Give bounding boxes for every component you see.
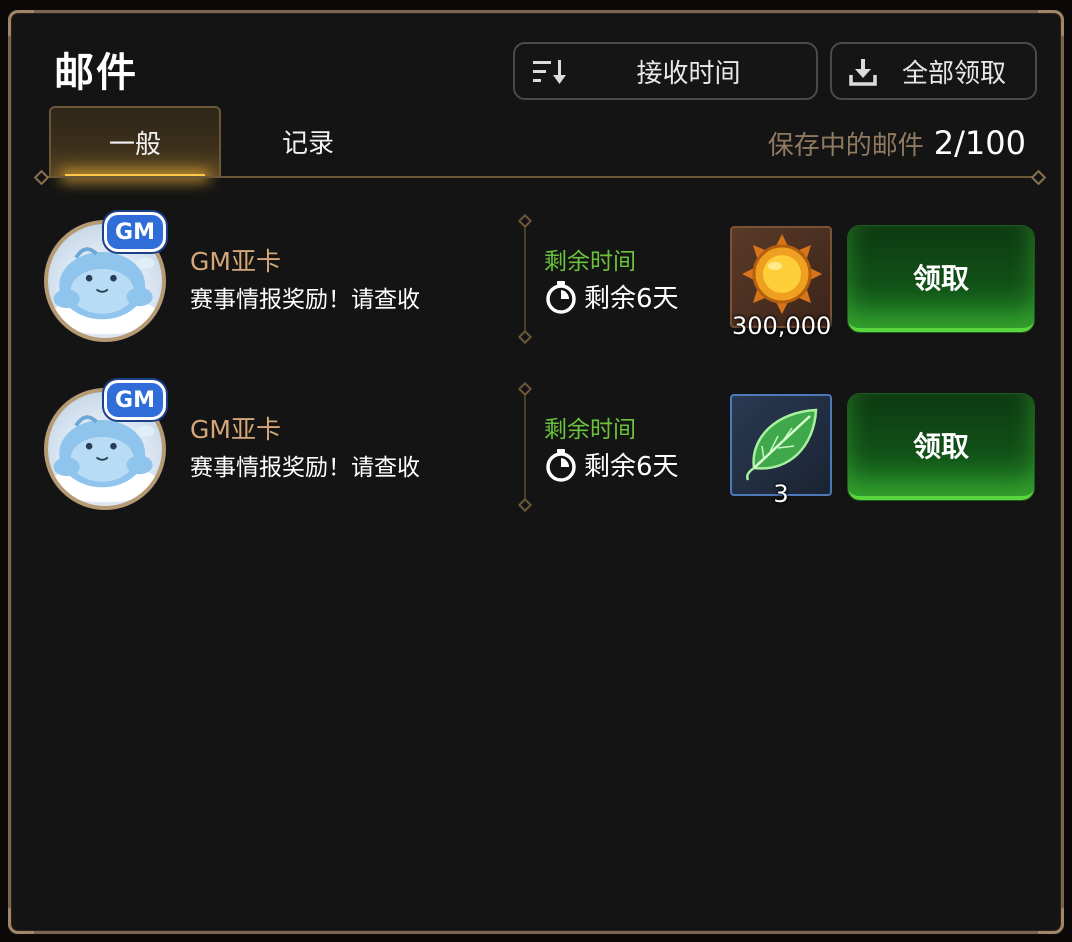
tab-general[interactable]: 一般 xyxy=(49,106,221,178)
mail-sender: GM亚卡 xyxy=(190,415,281,444)
stopwatch-icon xyxy=(546,448,576,482)
remaining-time-value: 剩余6天 xyxy=(584,284,679,314)
column-divider xyxy=(524,388,526,506)
sort-by-time-button[interactable]: 接收时间 xyxy=(513,42,818,100)
gm-badge: GM xyxy=(104,380,166,420)
reward-item[interactable]: 300,000 xyxy=(730,226,832,340)
remaining-time-value: 剩余6天 xyxy=(584,452,679,482)
storage-count: 保存中的邮件 2/100 xyxy=(768,124,1026,162)
column-divider xyxy=(524,220,526,338)
mail-subject: 赛事情报奖励！请查收 xyxy=(190,455,420,481)
claim-button[interactable]: 领取 xyxy=(848,394,1034,500)
reward-quantity: 300,000 xyxy=(732,312,832,340)
gold-coin-icon xyxy=(742,234,822,314)
reward-quantity: 3 xyxy=(773,480,789,508)
claim-button[interactable]: 领取 xyxy=(848,226,1034,332)
claim-all-button[interactable]: 全部领取 xyxy=(830,42,1037,100)
storage-label: 保存中的邮件 xyxy=(767,131,924,161)
frame-corner xyxy=(1038,10,1064,36)
tab-record[interactable]: 记录 xyxy=(222,106,394,176)
frame-corner xyxy=(8,908,34,934)
frame-corner xyxy=(8,10,34,36)
reward-item[interactable]: 3 xyxy=(730,394,832,508)
tab-divider xyxy=(40,176,1040,178)
mail-row[interactable]: GM GM亚卡 赛事情报奖励！请查收 剩余时间 剩余6天 3 领取 xyxy=(40,380,1040,534)
claim-all-label: 全部领取 xyxy=(902,58,1007,89)
remaining-time-label: 剩余时间 xyxy=(544,417,636,443)
storage-value: 2/100 xyxy=(933,124,1026,162)
remaining-time: 剩余6天 xyxy=(544,278,679,315)
remaining-time-label: 剩余时间 xyxy=(544,249,636,275)
mail-row[interactable]: GM GM亚卡 赛事情报奖励！请查收 剩余时间 剩余6天 300,000 领取 xyxy=(40,212,1040,366)
mail-subject: 赛事情报奖励！请查收 xyxy=(190,287,420,313)
remaining-time: 剩余6天 xyxy=(544,446,679,483)
sort-label: 接收时间 xyxy=(636,58,741,89)
mail-sender: GM亚卡 xyxy=(190,247,281,276)
page-title: 邮件 xyxy=(54,50,138,96)
download-icon xyxy=(849,59,877,86)
stopwatch-icon xyxy=(546,280,576,314)
green-leaf-icon xyxy=(746,408,818,481)
frame-corner xyxy=(1038,908,1064,934)
gm-badge: GM xyxy=(104,212,166,252)
